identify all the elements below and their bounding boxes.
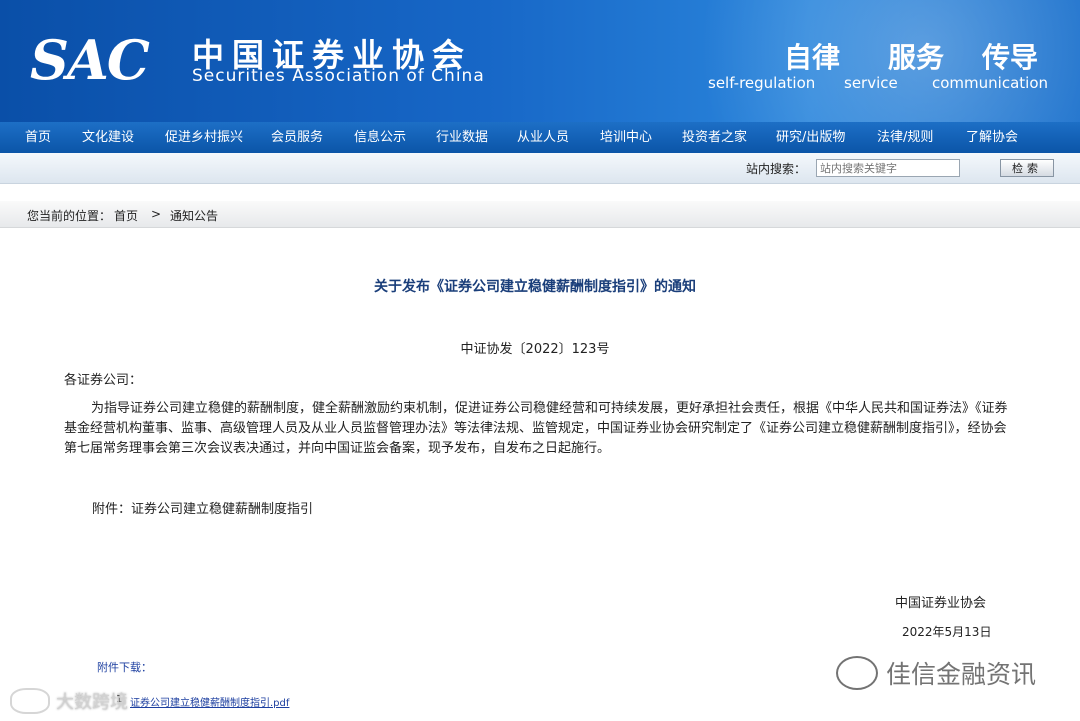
chat-bubble-icon (10, 688, 50, 714)
nav-item-research[interactable]: 研究/出版物 (776, 122, 845, 153)
site-banner: SAC 中国证券业协会 Securities Association of Ch… (0, 0, 1080, 122)
breadcrumb-home[interactable]: 首页 (114, 207, 138, 224)
watermark-right-text: 佳信金融资讯 (886, 660, 1037, 689)
nav-item-industry-data[interactable]: 行业数据 (436, 122, 488, 153)
breadcrumb-prefix: 您当前的位置： (27, 209, 112, 223)
breadcrumb: 您当前的位置： 首页 > 通知公告 (0, 201, 1080, 228)
slogan-en-self-regulation: self-regulation (708, 74, 816, 92)
article-body: 为指导证券公司建立稳健的薪酬制度，健全薪酬激励约束机制，促进证券公司稳健经营和可… (64, 401, 1008, 456)
publish-date: 2022年5月13日 (902, 625, 992, 639)
nav-item-rural[interactable]: 促进乡村振兴 (165, 122, 243, 153)
slogan-self-regulation: 自律 (784, 41, 841, 74)
download-link-pdf[interactable]: 证券公司建立稳健薪酬制度指引.pdf (130, 694, 289, 709)
article-title: 关于发布《证券公司建立稳健薪酬制度指引》的通知 (374, 279, 696, 295)
attachment-note: 附件：证券公司建立稳健薪酬制度指引 (92, 502, 314, 517)
watermark-left: 大数跨境 (10, 688, 128, 714)
wechat-icon (836, 656, 878, 690)
nav-item-about[interactable]: 了解协会 (966, 122, 1018, 153)
nav-item-training[interactable]: 培训中心 (600, 122, 652, 153)
search-input[interactable] (816, 159, 960, 177)
slogan-en-communication: communication (932, 74, 1049, 92)
main-nav: 首页 文化建设 促进乡村振兴 会员服务 信息公示 行业数据 从业人员 培训中心 … (0, 122, 1080, 153)
slogan-communication: 传导 (982, 41, 1039, 74)
nav-item-member-services[interactable]: 会员服务 (271, 122, 323, 153)
nav-item-culture[interactable]: 文化建设 (82, 122, 134, 153)
slogan-service: 服务 (888, 41, 945, 74)
download-label: 附件下载： (97, 661, 152, 674)
salutation: 各证券公司： (64, 373, 143, 388)
search-button[interactable]: 检索 (1000, 159, 1054, 177)
site-name-en: Securities Association of China (192, 66, 485, 86)
watermark-right: 佳信金融资讯 (836, 655, 1036, 691)
watermark-left-text: 大数跨境 (56, 692, 128, 713)
nav-item-home[interactable]: 首页 (25, 122, 51, 153)
nav-item-practitioners[interactable]: 从业人员 (517, 122, 569, 153)
breadcrumb-separator: > (151, 207, 162, 221)
signature: 中国证券业协会 (895, 596, 987, 611)
nav-item-investors[interactable]: 投资者之家 (682, 122, 747, 153)
search-label: 站内搜索： (746, 162, 807, 176)
nav-item-law[interactable]: 法律/规则 (877, 122, 933, 153)
sac-logo[interactable]: SAC (30, 28, 150, 92)
document-number: 中证协发〔2022〕123号 (460, 342, 610, 357)
slogan-en-service: service (844, 74, 898, 92)
nav-item-disclosure[interactable]: 信息公示 (354, 122, 406, 153)
breadcrumb-current[interactable]: 通知公告 (170, 207, 218, 224)
